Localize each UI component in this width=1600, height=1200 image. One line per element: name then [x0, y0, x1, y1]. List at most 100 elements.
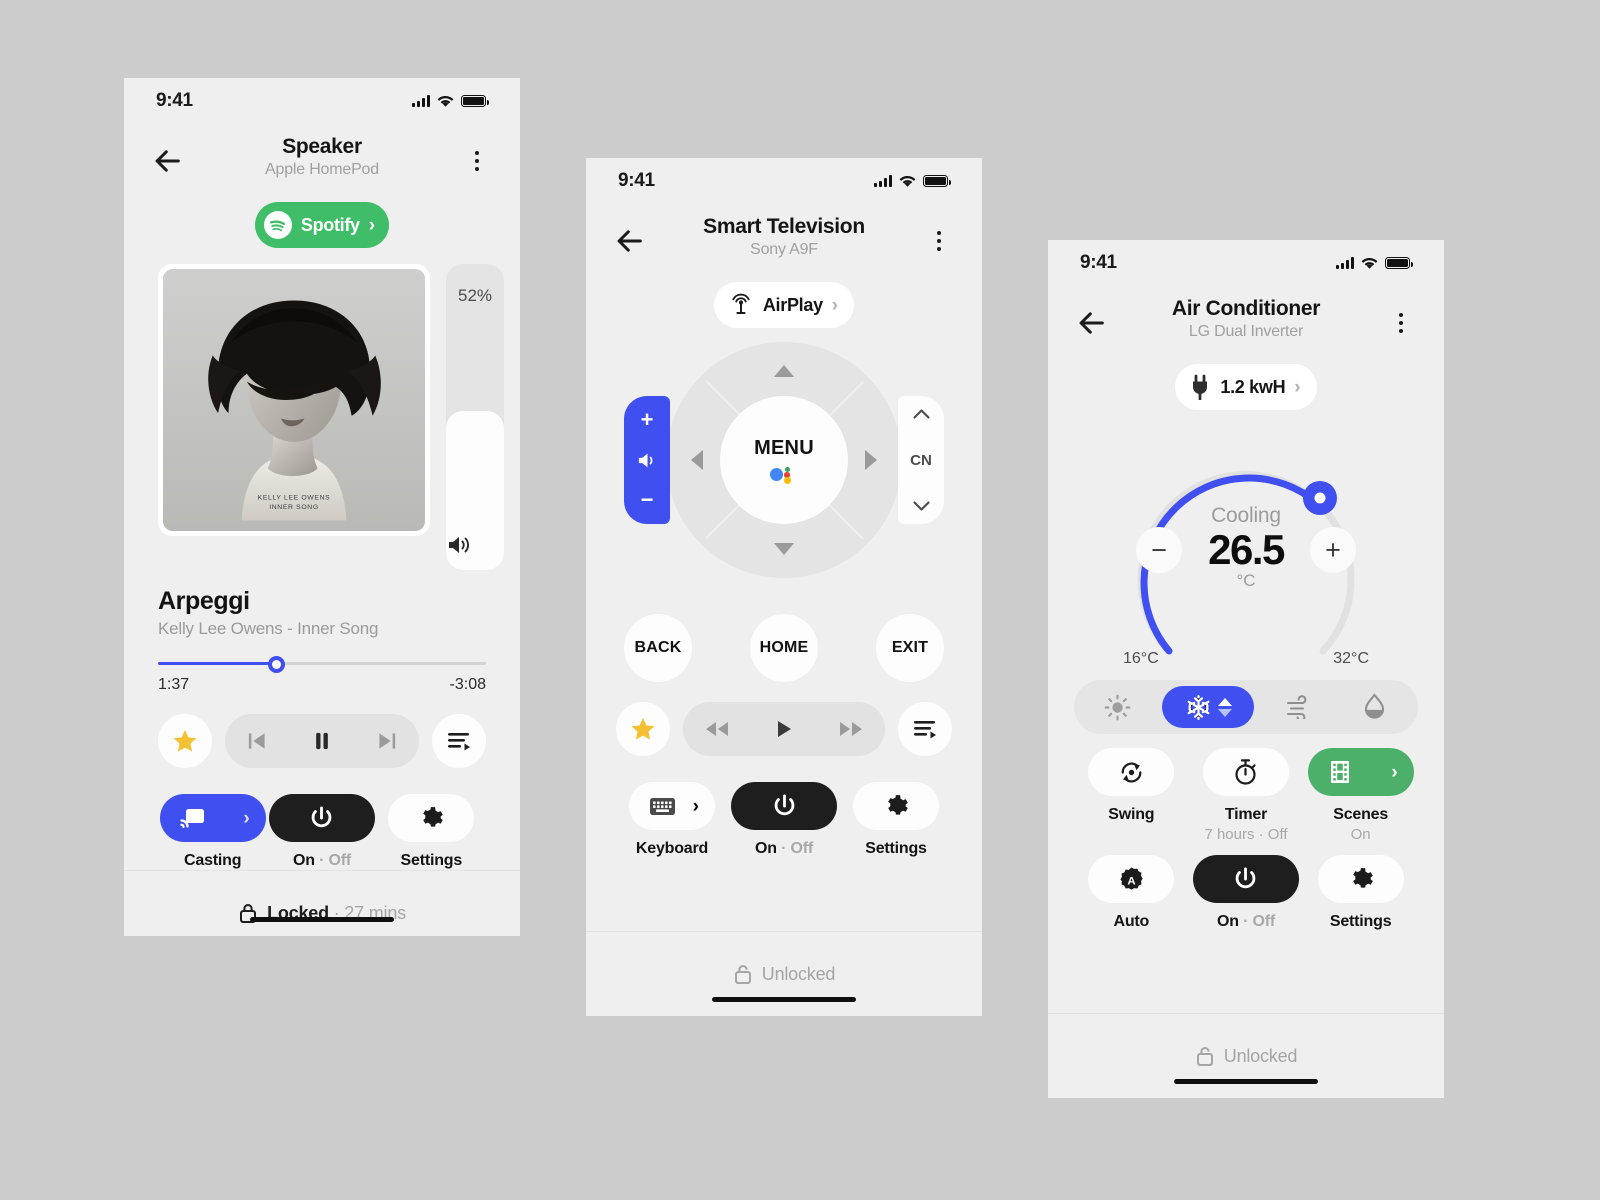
chevron-down-icon[interactable]	[912, 501, 930, 511]
dpad-menu-button[interactable]: MENU	[720, 396, 848, 524]
mode-cool-button[interactable]	[1162, 686, 1255, 728]
media-controls-row	[616, 702, 952, 756]
temperature-increase-button[interactable]: +	[1310, 527, 1356, 573]
energy-label: 1.2 kwH	[1220, 376, 1286, 397]
keyboard-button[interactable]: ›	[629, 782, 715, 830]
device-model: LG Dual Inverter	[1188, 323, 1304, 341]
spotify-icon	[263, 211, 292, 239]
svg-text:A: A	[1127, 875, 1135, 887]
header-titles: Smart Television Sony A9F	[646, 214, 922, 259]
gear-icon	[1352, 868, 1373, 888]
settings-button[interactable]	[853, 782, 939, 830]
status-icons	[1336, 257, 1413, 270]
timer-button[interactable]	[1202, 748, 1289, 796]
dpad-down-icon[interactable]	[773, 542, 795, 556]
scenes-button[interactable]: ›	[1307, 748, 1414, 796]
temperature-decrease-button[interactable]: −	[1136, 527, 1182, 573]
speaker-volume-icon	[638, 453, 652, 467]
airplay-icon	[732, 293, 750, 314]
keyboard-action: › Keyboard	[616, 782, 728, 858]
battery-icon	[1385, 257, 1413, 269]
battery-icon	[461, 95, 489, 107]
casting-button[interactable]: ›	[159, 794, 266, 842]
dpad-left-icon[interactable]	[690, 449, 704, 471]
power-label: On · Off	[1217, 913, 1275, 930]
spotify-source-button[interactable]: Spotify ›	[254, 202, 390, 248]
kebab-menu-icon[interactable]	[922, 224, 956, 258]
energy-usage-button[interactable]: 1.2 kwH ›	[1175, 364, 1317, 410]
fast-forward-icon[interactable]	[837, 718, 865, 740]
album-art: KELLY LEE OWENS INNER SONG	[158, 264, 430, 536]
star-icon	[631, 717, 655, 740]
channel-rocker[interactable]: CN	[898, 396, 944, 524]
ac-mode-label: Cooling	[1211, 504, 1281, 527]
status-bar: 9:41	[586, 158, 982, 204]
mode-dry-button[interactable]	[1343, 686, 1405, 728]
volume-rocker[interactable]: + −	[624, 396, 670, 524]
device-model: Apple HomePod	[265, 161, 379, 179]
back-button[interactable]: BACK	[624, 614, 692, 682]
play-icon[interactable]	[772, 717, 796, 741]
pause-icon[interactable]	[309, 728, 335, 754]
volume-up-label[interactable]: +	[641, 409, 654, 431]
power-button[interactable]	[731, 782, 837, 830]
skip-previous-icon[interactable]	[244, 728, 270, 754]
cellular-signal-icon	[412, 95, 430, 107]
power-button[interactable]	[1192, 855, 1299, 903]
lock-status-footer[interactable]: Unlocked	[586, 931, 982, 1016]
exit-button[interactable]: EXIT	[876, 614, 944, 682]
wind-icon	[1286, 695, 1307, 719]
progress-fill	[158, 661, 277, 665]
auto-action: A Auto	[1074, 855, 1189, 931]
scenes-action: › Scenes On	[1303, 748, 1418, 843]
home-button[interactable]: HOME	[750, 614, 818, 682]
dial-min-label: 16°C	[1123, 650, 1159, 667]
kebab-menu-icon[interactable]	[1384, 306, 1418, 340]
spotify-label: Spotify	[300, 214, 360, 235]
wifi-icon	[899, 175, 916, 187]
lock-status-footer[interactable]: Unlocked	[1048, 1013, 1444, 1098]
scenes-sublabel: On	[1350, 826, 1371, 843]
up-down-stepper-icon[interactable]	[1217, 697, 1232, 717]
mode-heat-button[interactable]	[1087, 686, 1149, 728]
power-icon	[312, 806, 332, 827]
status-bar: 9:41	[124, 78, 520, 124]
chevron-right-icon: ›	[831, 294, 839, 316]
swing-label: Swing	[1108, 806, 1155, 823]
favorite-button[interactable]	[158, 714, 212, 768]
swing-button[interactable]	[1088, 748, 1175, 796]
dpad-right-icon[interactable]	[864, 449, 878, 471]
chevron-up-icon[interactable]	[912, 409, 930, 419]
settings-label: Settings	[865, 840, 927, 857]
track-subtitle: Kelly Lee Owens - Inner Song	[158, 619, 379, 638]
cellular-signal-icon	[874, 175, 892, 187]
favorite-button[interactable]	[616, 702, 670, 756]
dpad-up-icon[interactable]	[773, 364, 795, 378]
elapsed-time: 1:37	[158, 676, 190, 693]
ac-mode-selector	[1074, 680, 1418, 734]
fast-rewind-icon[interactable]	[703, 718, 731, 740]
volume-slider[interactable]: 52%	[446, 264, 504, 570]
progress-thumb[interactable]	[267, 656, 285, 673]
volume-down-label[interactable]: −	[641, 489, 654, 511]
mode-fan-button[interactable]	[1268, 686, 1330, 728]
settings-button[interactable]	[1317, 855, 1404, 903]
settings-button[interactable]	[388, 794, 475, 842]
playlist-queue-icon	[448, 733, 470, 751]
power-button[interactable]	[268, 794, 375, 842]
skip-next-icon[interactable]	[374, 728, 400, 754]
settings-label: Settings	[400, 852, 463, 869]
playback-progress-slider[interactable]	[158, 656, 486, 673]
airplay-source-button[interactable]: AirPlay ›	[713, 282, 855, 328]
kebab-menu-icon[interactable]	[460, 144, 494, 178]
back-arrow-icon[interactable]	[150, 144, 184, 178]
temperature-dial[interactable]: Cooling − 26.5 + °C 16°C 32°C	[1101, 426, 1391, 667]
back-arrow-icon[interactable]	[612, 224, 646, 258]
media-controls-row	[158, 714, 486, 768]
queue-button[interactable]	[898, 702, 952, 756]
back-arrow-icon[interactable]	[1074, 306, 1108, 340]
auto-button[interactable]: A	[1088, 855, 1175, 903]
timer-sublabel: 7 hours · Off	[1204, 826, 1288, 843]
lock-status-footer[interactable]: Locked · 27 mins	[124, 870, 520, 936]
queue-button[interactable]	[432, 714, 486, 768]
